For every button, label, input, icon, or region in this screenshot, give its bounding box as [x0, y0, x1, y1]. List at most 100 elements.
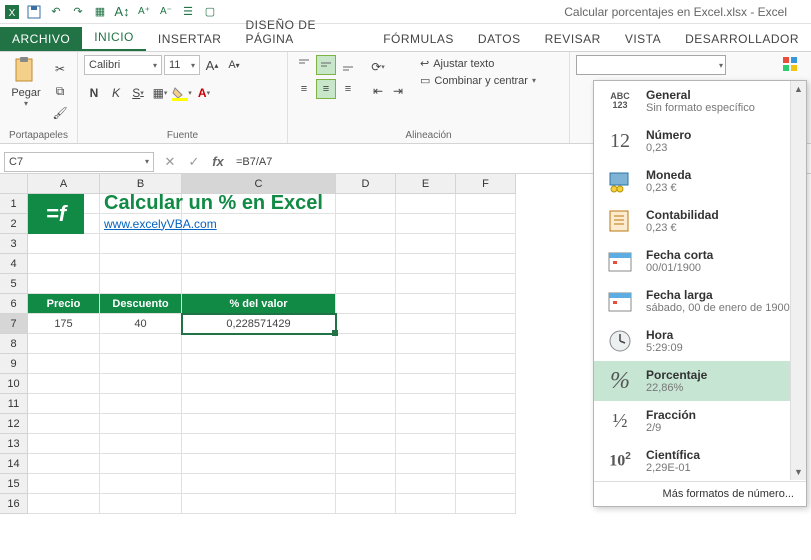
confirm-formula-icon[interactable]: ✓	[182, 152, 206, 172]
format-option-fechacorta[interactable]: Fecha corta00/01/1900	[594, 241, 806, 281]
cell-D14[interactable]	[336, 454, 396, 474]
row-header-8[interactable]: 8	[0, 334, 28, 354]
cell-B16[interactable]	[100, 494, 182, 514]
name-box[interactable]: C7▾	[4, 152, 154, 172]
qat-icon[interactable]: A⁻	[158, 4, 174, 20]
cell-D7[interactable]	[336, 314, 396, 334]
cell-C4[interactable]	[182, 254, 336, 274]
row-header-9[interactable]: 9	[0, 354, 28, 374]
cell-C15[interactable]	[182, 474, 336, 494]
tab-formulas[interactable]: FÓRMULAS	[371, 27, 466, 51]
cell-F5[interactable]	[456, 274, 516, 294]
cell-B10[interactable]	[100, 374, 182, 394]
cell-E15[interactable]	[396, 474, 456, 494]
cell-C11[interactable]	[182, 394, 336, 414]
col-header-A[interactable]: A	[28, 174, 100, 194]
cell-A3[interactable]	[28, 234, 100, 254]
cell-B8[interactable]	[100, 334, 182, 354]
row-header-16[interactable]: 16	[0, 494, 28, 514]
qat-icon[interactable]: ▢	[202, 4, 218, 20]
row-header-3[interactable]: 3	[0, 234, 28, 254]
row-header-11[interactable]: 11	[0, 394, 28, 414]
cell-C9[interactable]	[182, 354, 336, 374]
cell-D8[interactable]	[336, 334, 396, 354]
cell-D13[interactable]	[336, 434, 396, 454]
paste-button[interactable]: Pegar ▾	[6, 55, 46, 128]
cell-A14[interactable]	[28, 454, 100, 474]
cell-D6[interactable]	[336, 294, 396, 314]
undo-icon[interactable]: ↶	[48, 4, 64, 20]
decrease-indent-icon[interactable]: ⇤	[368, 81, 388, 101]
cell-F4[interactable]	[456, 254, 516, 274]
row-header-2[interactable]: 2	[0, 214, 28, 234]
cut-icon[interactable]: ✂	[50, 59, 70, 79]
cell-E13[interactable]	[396, 434, 456, 454]
increase-font-icon[interactable]: A▴	[202, 55, 222, 75]
col-header-D[interactable]: D	[336, 174, 396, 194]
cell-E16[interactable]	[396, 494, 456, 514]
cell-F2[interactable]	[456, 214, 516, 234]
col-header-C[interactable]: C	[182, 174, 336, 194]
cell-D2[interactable]	[336, 214, 396, 234]
cell-D9[interactable]	[336, 354, 396, 374]
scrollbar[interactable]: ▲ ▼	[790, 81, 806, 480]
cell-E9[interactable]	[396, 354, 456, 374]
cell-C8[interactable]	[182, 334, 336, 354]
save-icon[interactable]	[26, 4, 42, 20]
cell-B1[interactable]: Calcular un % en Excel	[100, 194, 182, 214]
align-middle-icon[interactable]	[316, 55, 336, 75]
decrease-font-icon[interactable]: A▾	[224, 55, 244, 75]
align-top-icon[interactable]	[294, 55, 314, 75]
row-header-6[interactable]: 6	[0, 294, 28, 314]
cell-B11[interactable]	[100, 394, 182, 414]
tab-inicio[interactable]: INICIO	[82, 25, 146, 51]
cell-B4[interactable]	[100, 254, 182, 274]
cell-D15[interactable]	[336, 474, 396, 494]
tab-vista[interactable]: VISTA	[613, 27, 673, 51]
select-all-corner[interactable]	[0, 174, 28, 194]
format-option-moneda[interactable]: Moneda0,23 €	[594, 161, 806, 201]
cell-D5[interactable]	[336, 274, 396, 294]
cell-C5[interactable]	[182, 274, 336, 294]
wrap-text-button[interactable]: ↩Ajustar texto	[420, 57, 536, 70]
format-option-contabilidad[interactable]: Contabilidad0,23 €	[594, 201, 806, 241]
cell-A7[interactable]: 175	[28, 314, 100, 334]
font-name-select[interactable]: Calibri▾	[84, 55, 162, 75]
format-option-fechalarga[interactable]: Fecha largasábado, 00 de enero de 1900	[594, 281, 806, 321]
tab-revisar[interactable]: REVISAR	[533, 27, 613, 51]
cell-F12[interactable]	[456, 414, 516, 434]
cell-B14[interactable]	[100, 454, 182, 474]
format-option-general[interactable]: ABC123GeneralSin formato específico	[594, 81, 806, 121]
row-header-7[interactable]: 7	[0, 314, 28, 334]
bold-button[interactable]: N	[84, 83, 104, 103]
cell-A16[interactable]	[28, 494, 100, 514]
more-formats-link[interactable]: Más formatos de número...	[594, 481, 806, 506]
cell-A5[interactable]	[28, 274, 100, 294]
scroll-up-icon[interactable]: ▲	[791, 81, 806, 97]
row-header-4[interactable]: 4	[0, 254, 28, 274]
cell-A12[interactable]	[28, 414, 100, 434]
merge-center-button[interactable]: ▭Combinar y centrar▾	[420, 74, 536, 87]
cell-B12[interactable]	[100, 414, 182, 434]
cell-B3[interactable]	[100, 234, 182, 254]
cell-C7[interactable]: 0,228571429	[182, 314, 336, 334]
cell-C10[interactable]	[182, 374, 336, 394]
qat-icon[interactable]: ☰	[180, 4, 196, 20]
row-header-13[interactable]: 13	[0, 434, 28, 454]
align-left-icon[interactable]: ≡	[294, 79, 314, 99]
cell-B7[interactable]: 40	[100, 314, 182, 334]
cell-A8[interactable]	[28, 334, 100, 354]
cell-F16[interactable]	[456, 494, 516, 514]
cell-C6[interactable]: % del valor	[182, 294, 336, 314]
format-option-hora[interactable]: Hora5:29:09	[594, 321, 806, 361]
align-bottom-icon[interactable]	[338, 55, 358, 75]
cell-A4[interactable]	[28, 254, 100, 274]
cell-A9[interactable]	[28, 354, 100, 374]
row-header-10[interactable]: 10	[0, 374, 28, 394]
cell-E10[interactable]	[396, 374, 456, 394]
fill-color-button[interactable]: ▾	[172, 83, 192, 103]
row-header-14[interactable]: 14	[0, 454, 28, 474]
cell-E1[interactable]	[396, 194, 456, 214]
cell-F14[interactable]	[456, 454, 516, 474]
cell-A11[interactable]	[28, 394, 100, 414]
